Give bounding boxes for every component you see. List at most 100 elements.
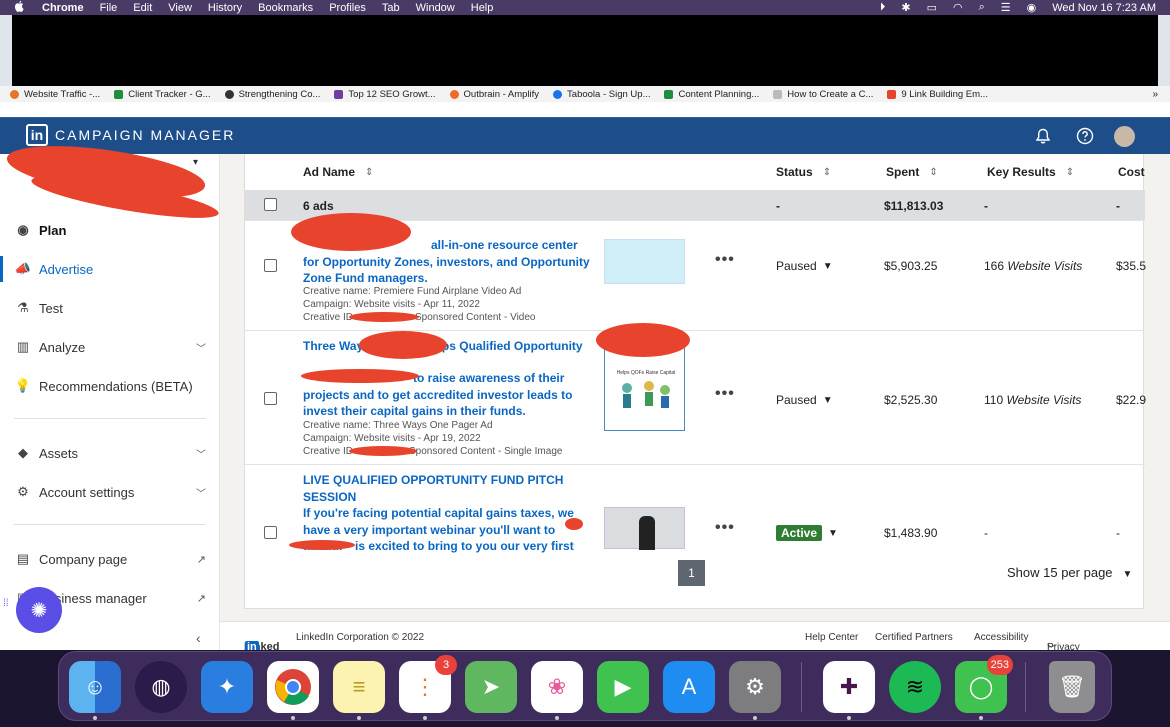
help-icon[interactable] — [1075, 126, 1095, 146]
menu-history[interactable]: History — [208, 2, 242, 14]
photos-icon[interactable]: ❀ — [531, 661, 583, 713]
system-preferences-icon[interactable]: ⚙ — [729, 661, 781, 713]
compass-icon: ◉ — [17, 222, 29, 237]
maps-icon[interactable]: ➤ — [465, 661, 517, 713]
external-link-icon: ↗ — [196, 553, 206, 566]
account-chevron-down-icon[interactable]: ▾ — [193, 157, 198, 168]
bookmark-item[interactable]: Top 12 SEO Growt... — [334, 89, 436, 100]
menubar-datetime[interactable]: Wed Nov 16 7:23 AM — [1052, 2, 1156, 14]
nav-test[interactable]: ⚗ Test — [14, 300, 206, 316]
footer-link-certified-partners[interactable]: Certified Partners — [875, 632, 953, 643]
column-header-key-results[interactable]: Key Results ⇕ — [987, 154, 1074, 190]
nav-company-page[interactable]: ▤ Company page ↗ — [14, 551, 206, 567]
apple-icon[interactable] — [14, 0, 26, 15]
bookmark-favicon-icon — [887, 89, 897, 99]
ad-thumbnail-image[interactable] — [604, 239, 685, 284]
more-options-icon[interactable]: ••• — [715, 519, 735, 537]
menu-tab[interactable]: Tab — [382, 2, 400, 14]
nav-analyze[interactable]: ▥ Analyze ﹀ — [14, 339, 206, 355]
siri-icon[interactable]: ◍ — [135, 661, 187, 713]
control-center-icon[interactable]: ☰ — [1001, 1, 1011, 14]
menu-profiles[interactable]: Profiles — [329, 2, 366, 14]
column-header-spent[interactable]: Spent ⇕ — [886, 154, 938, 190]
column-header-status[interactable]: Status ⇕ — [776, 154, 831, 190]
running-indicator — [291, 716, 295, 720]
menu-help[interactable]: Help — [471, 2, 494, 14]
bell-icon[interactable] — [1033, 126, 1053, 146]
footer-link-accessibility[interactable]: Accessibility — [974, 632, 1028, 643]
avatar[interactable] — [1114, 126, 1135, 147]
chrome-icon[interactable] — [267, 661, 319, 713]
nav-plan[interactable]: ◉ Plan — [14, 222, 206, 238]
bluetooth-icon[interactable]: ✱ — [901, 1, 910, 14]
column-header-cost[interactable]: Cost — [1118, 154, 1145, 190]
sort-icon: ⇕ — [929, 166, 938, 178]
company-page-icon: ▤ — [16, 551, 30, 566]
lightbulb-icon: 💡 — [14, 378, 32, 393]
menu-window[interactable]: Window — [416, 2, 455, 14]
bookmark-item[interactable]: Outbrain - Amplify — [449, 89, 539, 100]
battery-icon[interactable]: ▭ — [927, 1, 937, 14]
menu-bookmarks[interactable]: Bookmarks — [258, 2, 313, 14]
footer-link-help-center[interactable]: Help Center — [805, 632, 858, 643]
bookmark-item[interactable]: Client Tracker - G... — [114, 89, 211, 100]
row-checkbox[interactable] — [264, 259, 277, 272]
assistant-fab-button[interactable]: ✺ — [16, 587, 62, 633]
siri-icon[interactable]: ◉ — [1027, 1, 1037, 14]
spotify-icon[interactable]: ≋ — [889, 661, 941, 713]
row-checkbox[interactable] — [264, 526, 277, 539]
bookmark-item[interactable]: Taboola - Sign Up... — [553, 89, 650, 100]
facetime-icon[interactable]: ▶ — [597, 661, 649, 713]
bookmark-item[interactable]: Website Traffic -... — [10, 89, 100, 100]
more-options-icon[interactable]: ••• — [715, 251, 735, 269]
menu-edit[interactable]: Edit — [133, 2, 152, 14]
play-icon[interactable]: ⏵ — [880, 1, 886, 14]
redaction-mark — [565, 518, 583, 530]
per-page-dropdown[interactable]: Show 15 per page ▼ — [1007, 565, 1132, 580]
menu-app-name[interactable]: Chrome — [42, 2, 84, 14]
nav-assets[interactable]: ◆ Assets ﹀ — [14, 445, 206, 461]
row-checkbox[interactable] — [264, 392, 277, 405]
cost-value: $35.5 — [1116, 259, 1147, 273]
safari-icon[interactable]: ✦ — [201, 661, 253, 713]
bookmarks-overflow-icon[interactable]: » — [1152, 89, 1158, 100]
status-dropdown[interactable]: Active ▼ — [776, 525, 838, 541]
sort-icon: ⇕ — [1065, 166, 1075, 178]
bookmark-item[interactable]: Strengthening Co... — [224, 89, 320, 100]
bookmark-item[interactable]: Content Planning... — [664, 89, 759, 100]
menu-file[interactable]: File — [100, 2, 118, 14]
search-icon[interactable]: ⌕ — [979, 1, 985, 14]
linkedin-logo[interactable]: in — [26, 124, 48, 146]
drag-handle-icon[interactable]: ⁞⁞ — [3, 599, 9, 609]
bookmark-item[interactable]: How to Create a C... — [773, 89, 873, 100]
people-illustration-icon — [622, 381, 670, 408]
main-content: Ad Name ⇕ Status ⇕ Spent ⇕ Key Results ⇕ Cos… — [220, 154, 1170, 650]
ad-title-link[interactable]: LIVE QUALIFIED OPPORTUNITY FUND PITCH SE… — [303, 472, 593, 505]
collapse-sidebar-icon[interactable]: ‹ — [196, 630, 201, 646]
reminders-icon[interactable]: ⋮ 3 — [399, 655, 457, 713]
taboola-icon — [553, 89, 563, 99]
more-options-icon[interactable]: ••• — [715, 385, 735, 403]
app-store-icon[interactable]: A — [663, 661, 715, 713]
wifi-icon[interactable]: ◠ — [953, 1, 963, 14]
nav-account-settings[interactable]: ⚙ Account settings ﹀ — [14, 484, 206, 500]
notes-icon[interactable]: ≡ — [333, 661, 385, 713]
nav-advertise[interactable]: 📣 Advertise — [14, 261, 206, 277]
menu-view[interactable]: View — [168, 2, 192, 14]
trash-icon[interactable]: 🗑 — [1049, 661, 1095, 713]
ad-title-link[interactable]: Three Way Helps Qualified Opportunity — [303, 338, 595, 355]
status-dropdown[interactable]: Paused ▼ — [776, 259, 833, 273]
messages-icon[interactable]: ◯ 253 — [955, 655, 1013, 713]
ad-thumbnail-image[interactable] — [604, 507, 685, 550]
rocket-icon — [334, 89, 344, 99]
status-dropdown[interactable]: Paused ▼ — [776, 393, 833, 407]
select-all-checkbox[interactable] — [264, 198, 277, 211]
nav-recommendations[interactable]: 💡 Recommendations (BETA) — [14, 378, 206, 394]
slack-icon[interactable]: ✚ — [823, 661, 875, 713]
creative-id: Creative ID Sponsored Content - Video — [303, 312, 536, 323]
page-number-button[interactable]: 1 — [678, 560, 705, 586]
redacted-tab-bar — [12, 15, 1158, 87]
column-header-ad-name[interactable]: Ad Name ⇕ — [303, 154, 373, 190]
finder-icon[interactable]: ☺ — [69, 661, 121, 713]
bookmark-item[interactable]: 9 Link Building Em... — [887, 89, 988, 100]
